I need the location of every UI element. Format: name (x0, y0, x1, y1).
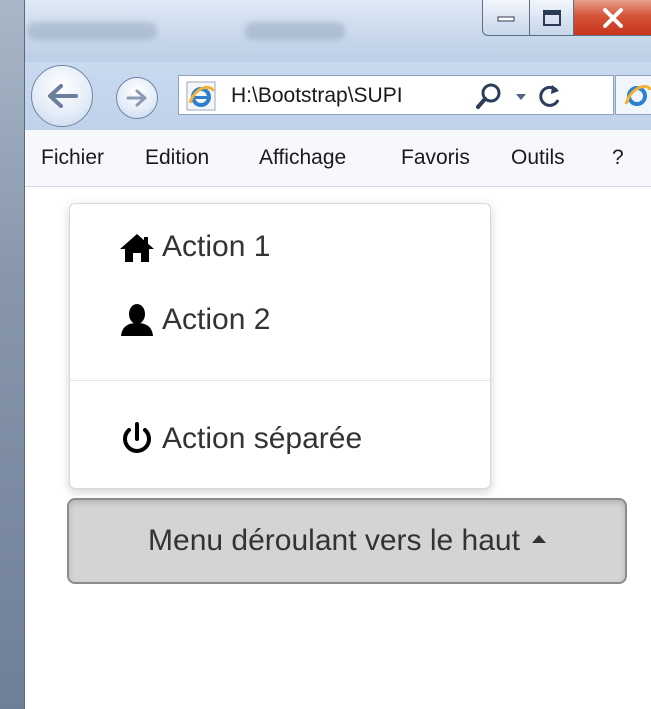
ie-page-icon (186, 81, 216, 111)
menu-fichier[interactable]: Fichier (41, 146, 104, 170)
forward-arrow-icon (126, 89, 147, 107)
dropdown-item-label: Action 1 (162, 230, 271, 263)
menu-favoris[interactable]: Favoris (401, 146, 470, 170)
dropdown-item-action-separee[interactable]: Action séparée (118, 418, 362, 460)
dropdown-divider (70, 380, 490, 381)
power-icon (123, 422, 151, 453)
dropdown-item-action-2[interactable]: Action 2 (118, 299, 270, 341)
maximize-button[interactable] (530, 0, 574, 36)
dropdown-item-label: Action séparée (162, 422, 363, 455)
browser-window: H:\Bootstrap\SUPI Fichier Edition Affich… (24, 0, 651, 709)
minimize-icon (497, 16, 515, 21)
minimize-button[interactable] (482, 0, 530, 36)
close-button[interactable] (574, 0, 651, 36)
caret-up-icon (531, 535, 546, 543)
back-arrow-icon (48, 84, 78, 108)
menu-bar: Fichier Edition Affichage Favoris Outils… (25, 130, 651, 187)
menu-edition[interactable]: Edition (145, 146, 209, 170)
maximize-icon (542, 9, 561, 26)
menu-help[interactable]: ? (612, 146, 624, 170)
user-icon (121, 304, 153, 336)
title-bar (25, 0, 651, 62)
address-text: H:\Bootstrap\SUPI (231, 84, 403, 107)
home-icon (120, 234, 154, 262)
browser-tab[interactable] (615, 75, 651, 115)
address-bar[interactable]: H:\Bootstrap\SUPI (178, 75, 614, 115)
background-tab-ghost (245, 22, 345, 40)
dropup-button-label: Menu déroulant vers le haut (148, 524, 520, 557)
background-tab-ghost (27, 22, 157, 40)
forward-button[interactable] (116, 77, 158, 119)
dropdown-item-label: Action 2 (162, 303, 271, 336)
close-icon (602, 7, 623, 28)
dropdown-menu: Action 1 Action 2 Action séparée (69, 203, 491, 489)
page-content: Action 1 Action 2 Action séparée Menu dé… (25, 187, 651, 709)
dropup-toggle-button[interactable]: Menu déroulant vers le haut (67, 498, 627, 584)
chevron-down-icon[interactable] (515, 93, 527, 101)
navigation-bar: H:\Bootstrap\SUPI (25, 62, 651, 130)
search-icon[interactable] (475, 82, 503, 110)
ie-tab-icon (624, 85, 651, 106)
window-controls (482, 0, 651, 38)
dropdown-item-action-1[interactable]: Action 1 (118, 226, 270, 268)
refresh-icon[interactable] (537, 82, 563, 110)
menu-affichage[interactable]: Affichage (259, 146, 346, 170)
back-button[interactable] (31, 65, 93, 127)
menu-outils[interactable]: Outils (511, 146, 565, 170)
desktop-background (0, 0, 24, 709)
